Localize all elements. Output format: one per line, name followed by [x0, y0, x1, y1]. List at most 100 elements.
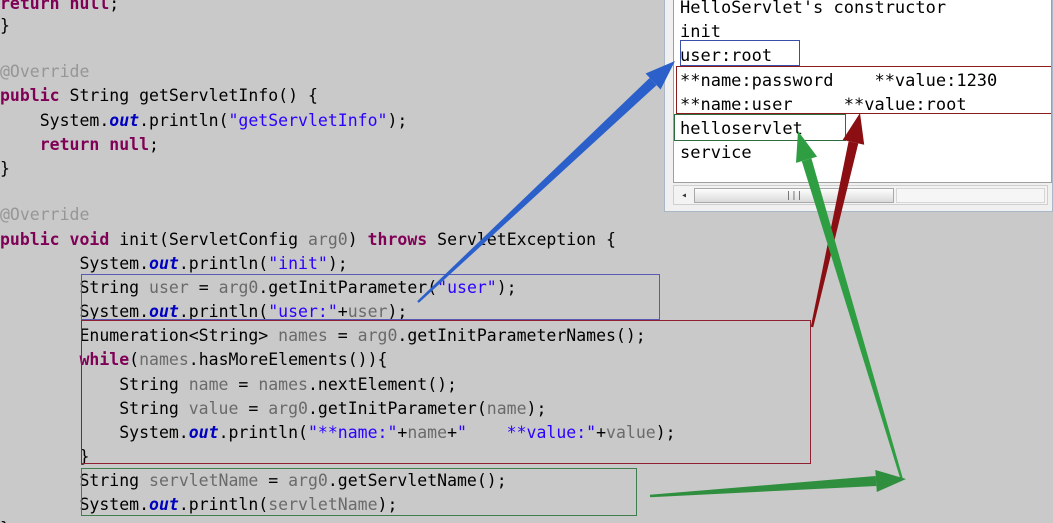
code-token: ;: [109, 0, 120, 13]
code-token: );: [655, 423, 676, 442]
code-line: System.out.println("**name:"+name+" **va…: [0, 421, 676, 445]
code-token: servletName: [268, 495, 378, 514]
code-line: @Override: [0, 60, 89, 84]
code-token: @Override: [0, 62, 90, 81]
console-line: user:root: [680, 46, 773, 67]
code-token: names: [139, 350, 189, 369]
code-token: String: [0, 278, 150, 297]
code-token: String: [0, 375, 189, 394]
code-token: public: [0, 86, 60, 105]
scroll-left-arrow-icon[interactable]: ◂: [678, 189, 690, 202]
console-window[interactable]: HelloServlet's constructor init user:root *…: [664, 0, 1053, 212]
code-token: arg0: [307, 230, 348, 249]
code-token: name: [486, 399, 527, 418]
code-token: servletName: [149, 471, 259, 490]
code-token: =: [327, 326, 358, 345]
code-token: =: [188, 278, 219, 297]
code-token: );: [377, 495, 398, 514]
console-line: HelloServlet's constructor: [680, 0, 947, 18]
console-line: **name:password **value:1230: [680, 70, 998, 91]
code-token: .println(: [178, 495, 269, 514]
console-line: service: [680, 143, 752, 164]
code-token: System.: [0, 254, 150, 273]
code-token: +: [397, 423, 408, 442]
scrollbar-track[interactable]: [896, 188, 1045, 203]
code-line: System.out.println(servletName);: [0, 493, 397, 517]
code-token: name: [407, 423, 448, 442]
code-token: arg0: [218, 278, 259, 297]
code-line: String servletName = arg0.getServletName…: [0, 469, 507, 493]
code-token: );: [387, 302, 408, 321]
code-token: user: [347, 302, 388, 321]
code-token: .println(: [139, 111, 229, 130]
code-token: +: [596, 423, 607, 442]
code-line: @Override: [0, 203, 89, 227]
code-token: out: [149, 495, 179, 514]
code-line: while(names.hasMoreElements()){: [0, 348, 387, 372]
code-line: System.out.println("user:"+user);: [0, 300, 407, 324]
screenshot-root: return null;} @Override public String getS…: [0, 0, 1053, 523]
code-token: System.: [0, 302, 150, 321]
code-line: return null;: [0, 0, 119, 16]
console-line: init: [680, 22, 721, 43]
code-token: null: [69, 0, 110, 13]
console-horizontal-scrollbar[interactable]: ◂ |||: [673, 185, 1048, 205]
code-token: "user": [437, 278, 497, 297]
code-token: System.: [0, 423, 189, 442]
code-token: return: [0, 0, 60, 13]
code-line: System.out.println("init");: [0, 252, 348, 276]
code-token: .println(: [178, 254, 269, 273]
console-line: helloservlet: [680, 119, 803, 140]
code-token: .getInitParameter(: [258, 278, 438, 297]
code-token: arg0: [288, 471, 328, 490]
code-token: }: [0, 519, 10, 523]
console-output-text: HelloServlet's constructor init user:root *…: [680, 0, 997, 165]
code-token: "getServletInfo": [228, 111, 388, 130]
code-token: null: [109, 135, 150, 154]
scrollbar-thumb[interactable]: |||: [694, 188, 894, 203]
code-token: .println(: [178, 302, 269, 321]
code-line: String user = arg0.getInitParameter("use…: [0, 276, 517, 300]
code-token: );: [526, 399, 547, 418]
code-token: "init": [268, 254, 328, 273]
code-token: String: [0, 399, 189, 418]
code-token: out: [149, 254, 179, 273]
code-token: .getServletName();: [327, 471, 507, 490]
code-token: ServletException {: [427, 230, 616, 249]
code-token: while: [79, 350, 130, 369]
code-token: ;: [149, 135, 159, 154]
code-token: );: [496, 278, 517, 297]
code-line: }: [0, 14, 10, 38]
code-token: "user:": [268, 302, 338, 321]
code-token: Enumeration<String>: [0, 326, 279, 345]
code-line: public String getServletInfo() {: [0, 84, 318, 108]
code-token: String: [0, 471, 150, 490]
code-token: .getInitParameter(: [307, 399, 487, 418]
code-token: return: [39, 135, 100, 154]
code-token: }: [0, 447, 90, 466]
scrollbar-grip-icon: |||: [785, 191, 803, 201]
code-token: =: [258, 471, 289, 490]
code-token: (: [129, 350, 140, 369]
code-token: value: [606, 423, 656, 442]
code-line: String name = names.nextElement();: [0, 373, 457, 397]
code-token: out: [188, 423, 219, 442]
code-token: names: [278, 326, 328, 345]
code-token: " **value:": [457, 423, 597, 442]
code-token: name: [188, 375, 229, 394]
console-output-area[interactable]: HelloServlet's constructor init user:root *…: [673, 0, 1052, 183]
code-token: );: [327, 254, 348, 273]
code-token: public: [0, 230, 60, 249]
code-token: arg0: [357, 326, 398, 345]
code-line: return null;: [0, 133, 159, 157]
code-token: value: [188, 399, 239, 418]
code-token: ): [347, 230, 368, 249]
code-token: }: [0, 16, 10, 35]
code-token: out: [109, 111, 140, 130]
code-token: +: [337, 302, 348, 321]
code-token: out: [149, 302, 179, 321]
code-line: System.out.println("getServletInfo");: [0, 109, 408, 133]
